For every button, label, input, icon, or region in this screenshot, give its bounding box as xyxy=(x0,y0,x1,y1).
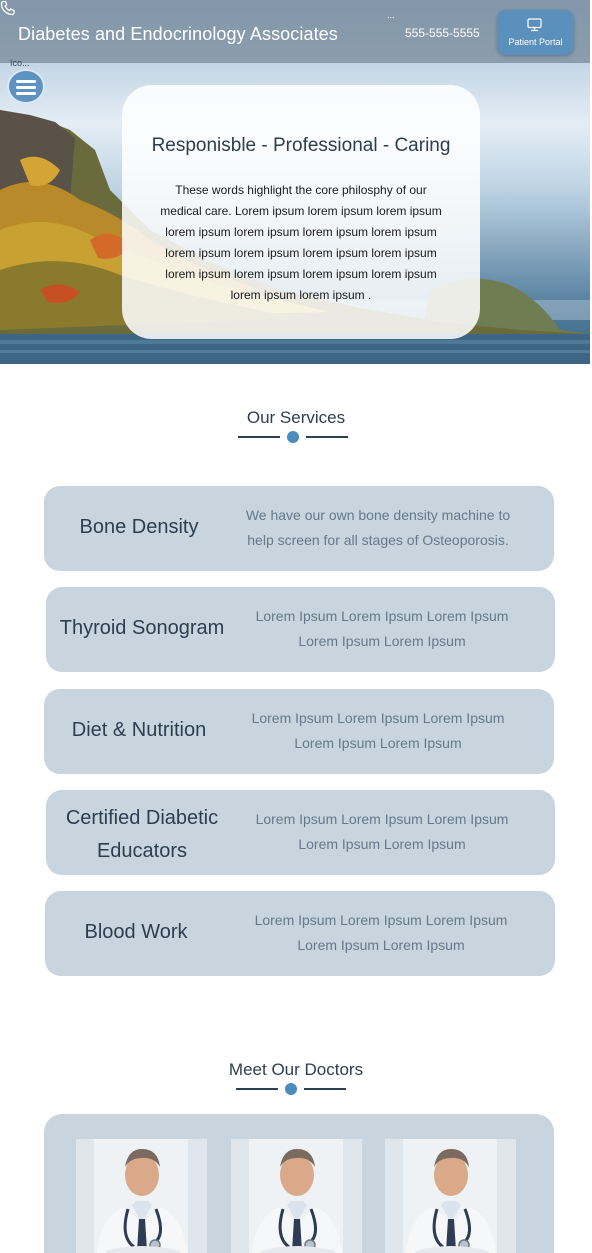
service-description: Lorem Ipsum Lorem Ipsum Lorem Ipsum Lore… xyxy=(254,912,508,953)
divider-line xyxy=(304,1088,346,1090)
doctor-photo[interactable] xyxy=(231,1139,362,1253)
menu-bar xyxy=(16,86,36,89)
divider-line xyxy=(236,1088,278,1090)
services-title: Our Services xyxy=(246,408,346,427)
service-card-certified-diabetic-educators[interactable]: Certified Diabetic Educators Lorem Ipsum… xyxy=(46,790,555,875)
hamburger-menu-icon[interactable] xyxy=(7,69,45,104)
divider-dot xyxy=(287,431,299,443)
doctor-photo[interactable] xyxy=(76,1139,207,1253)
phone-icon[interactable] xyxy=(0,0,16,16)
service-name: Bone Density xyxy=(79,516,199,538)
service-description: We have our own bone density machine to … xyxy=(245,507,511,548)
service-description: Lorem Ipsum Lorem Ipsum Lorem Ipsum Lore… xyxy=(251,710,505,751)
patient-portal-button[interactable]: Patient Portal xyxy=(497,10,574,55)
phone-number-link[interactable]: 555-555-5555 xyxy=(405,26,480,40)
phone-more-indicator: ... xyxy=(387,10,395,20)
menu-bar xyxy=(16,92,36,95)
hero-heading: Responisble - Professional - Caring xyxy=(151,135,451,156)
service-description: Lorem Ipsum Lorem Ipsum Lorem Ipsum Lore… xyxy=(255,608,509,649)
doctors-divider xyxy=(236,1083,352,1095)
service-name: Blood Work xyxy=(84,921,188,943)
divider-dot xyxy=(285,1083,297,1095)
doctor-photo[interactable] xyxy=(385,1139,516,1253)
hero-banner: Diabetes and Endocrinology Associates ..… xyxy=(0,0,590,364)
service-card-diet-nutrition[interactable]: Diet & Nutrition Lorem Ipsum Lorem Ipsum… xyxy=(44,689,554,774)
service-description: Lorem Ipsum Lorem Ipsum Lorem Ipsum Lore… xyxy=(255,811,509,852)
hero-card: Responisble - Professional - Caring Thes… xyxy=(122,85,480,339)
service-name: Diet & Nutrition xyxy=(71,719,207,741)
service-card-blood-work[interactable]: Blood Work Lorem Ipsum Lorem Ipsum Lorem… xyxy=(45,891,555,976)
doctors-title: Meet Our Doctors xyxy=(228,1060,364,1079)
doctor-image xyxy=(76,1139,207,1253)
service-name: Certified Diabetic Educators xyxy=(65,807,219,862)
doctor-image xyxy=(231,1139,362,1253)
menu-bar xyxy=(16,80,36,83)
service-name: Thyroid Sonogram xyxy=(59,617,225,639)
doctor-image xyxy=(385,1139,516,1253)
site-title[interactable]: Diabetes and Endocrinology Associates xyxy=(18,24,338,45)
divider-line xyxy=(306,436,348,438)
services-divider xyxy=(238,431,354,443)
patient-portal-label: Patient Portal xyxy=(508,37,563,47)
icon-placeholder-label: Ico... xyxy=(10,58,30,68)
service-card-thyroid-sonogram[interactable]: Thyroid Sonogram Lorem Ipsum Lorem Ipsum… xyxy=(46,587,555,672)
monitor-icon xyxy=(527,18,542,32)
service-card-bone-density[interactable]: Bone Density We have our own bone densit… xyxy=(44,486,554,571)
hero-text: These words highlight the core philosphy… xyxy=(160,183,442,302)
divider-line xyxy=(238,436,280,438)
